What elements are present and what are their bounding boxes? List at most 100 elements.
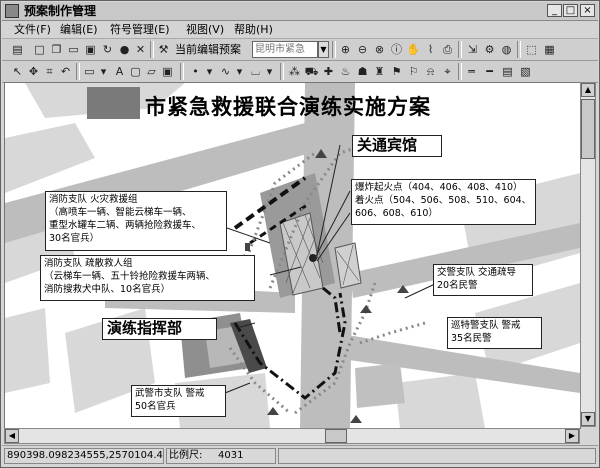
menu-bar: 文件(F) 编辑(E) 符号管理(E) 视图(V) 帮助(H) (2, 21, 598, 39)
chevron-down-icon[interactable]: ▾ (96, 64, 111, 79)
toolbar-separator (517, 41, 521, 58)
rescue-icon[interactable]: ⚑ (389, 64, 404, 79)
app-window: 预案制作管理 _ □ × 文件(F) 编辑(E) 符号管理(E) 视图(V) 帮… (0, 0, 600, 468)
copy-icon[interactable]: ❐ (49, 42, 64, 57)
fire-team-line-3: 重型水罐车二辆、两辆抢险救援车、 (49, 220, 202, 231)
scroll-up-icon[interactable]: ▲ (581, 83, 595, 97)
polygon-icon[interactable]: ⌴ (248, 64, 263, 79)
traffic-police-box[interactable]: 交警支队 交通疏导 20名民警 (433, 264, 533, 296)
traffic-line-1: 交警支队 交通疏导 (437, 267, 517, 278)
frame-icon[interactable]: ▣ (160, 64, 175, 79)
evacuation-team-box[interactable]: 消防支队 疏散救人组 （云梯车一辆、五十铃抢险救援车两辆、 消防搜救犬中队、10… (40, 255, 255, 301)
pan-hand-icon[interactable]: ✋ (406, 42, 421, 57)
refresh-icon[interactable]: ↻ (100, 42, 115, 57)
horizontal-scroll-thumb[interactable] (325, 429, 347, 443)
print-icon[interactable]: ⎙ (440, 42, 455, 57)
chevron-down-icon[interactable]: ▾ (202, 64, 217, 79)
flag-icon[interactable]: ⚐ (406, 64, 421, 79)
select-region-icon[interactable]: ⬚ (524, 42, 539, 57)
minimize-button[interactable]: _ (547, 4, 562, 17)
fire-truck-icon[interactable]: ⛟ (304, 64, 319, 79)
save-icon[interactable]: ▣ (83, 42, 98, 57)
layers-icon[interactable]: ▤ (10, 42, 25, 57)
main-toolbar: ▤ □ ❐ ▭ ▣ ↻ ● ✕ ⚒ 当前编辑预案 昆明市紧急 ▼ ⊕ ⊖ ⊗ ⓘ… (2, 39, 598, 61)
measure-icon[interactable]: ⌇ (423, 42, 438, 57)
scale-value: 4031 (216, 448, 276, 464)
menu-symbol-management[interactable]: 符号管理(E) (110, 22, 170, 37)
chevron-down-icon[interactable]: ▼ (318, 41, 329, 58)
ambulance-icon[interactable]: ✚ (321, 64, 336, 79)
chevron-down-icon[interactable]: ▾ (262, 64, 277, 79)
undo-icon[interactable]: ↶ (58, 64, 73, 79)
polyline-icon[interactable]: ∿ (218, 64, 233, 79)
armed-police-box[interactable]: 武警市支队 警戒 50名官兵 (131, 385, 226, 417)
zoom-extent-icon[interactable]: ⊗ (372, 42, 387, 57)
maximize-button[interactable]: □ (563, 4, 578, 17)
marker-icon[interactable]: ⌖ (440, 64, 455, 79)
new-file-icon[interactable]: □ (32, 42, 47, 57)
fill-style-icon[interactable]: ▤ (500, 64, 515, 79)
globe-icon[interactable]: ◍ (499, 42, 514, 57)
comment-icon[interactable]: ▱ (144, 64, 159, 79)
scale-label: 比例尺: (166, 448, 218, 464)
scroll-right-icon[interactable]: ▶ (565, 429, 579, 443)
menu-file[interactable]: 文件(F) (14, 22, 51, 37)
fire-team-line-1: 消防支队 火灾救援组 (49, 194, 138, 205)
fire-rescue-team-box[interactable]: 消防支队 火灾救援组 （高喷车一辆、智能云梯车一辆、 重型水罐车二辆、两辆抢险救… (45, 191, 227, 251)
menu-view[interactable]: 视图(V) (186, 22, 224, 37)
current-plan-select[interactable]: 昆明市紧急 (252, 41, 318, 58)
map-canvas[interactable]: 市紧急救援联合演练实施方案 关通宾馆 演练指挥部 爆炸起火点（404、406、4… (4, 82, 581, 429)
fire-icon[interactable]: ♨ (338, 64, 353, 79)
chevron-down-icon[interactable]: ▾ (232, 64, 247, 79)
window-title: 预案制作管理 (24, 4, 97, 18)
settings-icon[interactable]: ⚙ (482, 42, 497, 57)
toolbar-separator (180, 63, 184, 80)
info-icon[interactable]: ● (117, 42, 132, 57)
toolbar-separator (150, 41, 154, 58)
special-police-line-1: 巡特警支队 警戒 (451, 320, 521, 331)
drawing-toolbar: ↖ ✥ ⌗ ↶ ▭ ▾ A ▢ ▱ ▣ • ▾ ∿ ▾ ⌴ ▾ ⁂ ⛟ ✚ ♨ … (2, 61, 598, 83)
rectangle-icon[interactable]: ▭ (82, 64, 97, 79)
hatch-fill-icon[interactable]: ▧ (518, 64, 533, 79)
vertical-scrollbar[interactable]: ▲ ▼ (580, 82, 596, 427)
callout-icon[interactable]: ▢ (128, 64, 143, 79)
pointer-icon[interactable]: ↖ (10, 64, 25, 79)
special-police-box[interactable]: 巡特警支队 警戒 35名民警 (447, 317, 542, 349)
scroll-down-icon[interactable]: ▼ (581, 412, 595, 426)
scroll-left-icon[interactable]: ◀ (5, 429, 19, 443)
bell-icon[interactable]: ⍾ (423, 64, 438, 79)
close-button[interactable]: × (580, 4, 595, 17)
zoom-out-icon[interactable]: ⊖ (355, 42, 370, 57)
symbol-group-icon[interactable]: ⁂ (287, 64, 302, 79)
toolbar-separator (76, 63, 80, 80)
status-empty-pane (278, 448, 596, 464)
menu-help[interactable]: 帮助(H) (234, 22, 273, 37)
horizontal-scrollbar[interactable]: ◀ ▶ (4, 428, 580, 444)
open-folder-icon[interactable]: ▭ (66, 42, 81, 57)
ignition-point-box[interactable]: 爆炸起火点（404、406、408、410） 着火点（504、506、508、5… (351, 179, 536, 225)
move-icon[interactable]: ✥ (26, 64, 41, 79)
edit-vertex-icon[interactable]: ⌗ (42, 64, 57, 79)
menu-edit[interactable]: 编辑(E) (60, 22, 98, 37)
ignition-line-3: 606、608、610） (355, 208, 438, 219)
zoom-in-icon[interactable]: ⊕ (338, 42, 353, 57)
point-tool-icon[interactable]: • (188, 64, 203, 79)
police-icon[interactable]: ♜ (372, 64, 387, 79)
rescue-team-line-2: （云梯车一辆、五十铃抢险救援车两辆、 (44, 271, 216, 282)
delete-icon[interactable]: ✕ (133, 42, 148, 57)
traffic-line-2: 20名民警 (437, 280, 478, 291)
line-style-icon[interactable]: ═ (464, 64, 479, 79)
image-icon[interactable]: ▦ (542, 42, 557, 57)
hotel-label[interactable]: 关通宾馆 (352, 135, 442, 157)
identify-icon[interactable]: ⓘ (389, 42, 404, 57)
status-bar: 890398.098234555,2570104.44673 比例尺: 4031 (2, 445, 598, 466)
person-icon[interactable]: ☗ (355, 64, 370, 79)
text-tool-icon[interactable]: A (112, 64, 127, 79)
toolbar-separator (458, 63, 462, 80)
title-bar: 预案制作管理 _ □ × (2, 2, 598, 21)
command-post-label[interactable]: 演练指挥部 (102, 318, 217, 340)
export-icon[interactable]: ⇲ (465, 42, 480, 57)
hammer-icon[interactable]: ⚒ (156, 42, 171, 57)
vertical-scroll-thumb[interactable] (581, 99, 595, 159)
line-weight-icon[interactable]: ━ (482, 64, 497, 79)
